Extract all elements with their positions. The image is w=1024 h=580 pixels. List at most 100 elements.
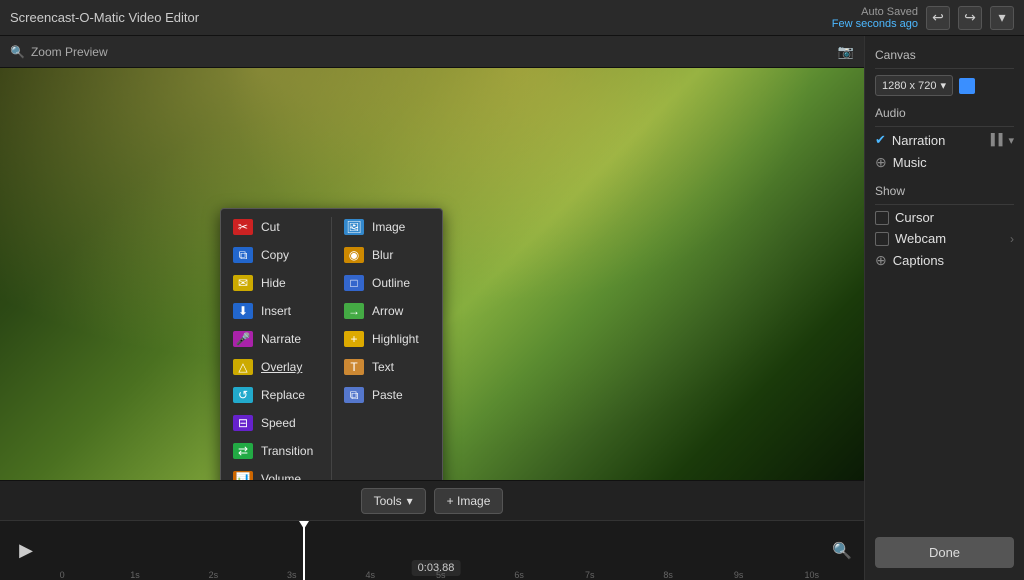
blur-label: Blur: [372, 248, 393, 262]
play-button[interactable]: ▶: [8, 533, 44, 569]
menu-item-arrow[interactable]: → Arrow: [332, 297, 442, 325]
right-panel: Canvas 1280 x 720 ▾ Audio ✔ Narration ▐▐…: [864, 36, 1024, 580]
overlay-icon: △: [233, 359, 253, 375]
search-timeline-button[interactable]: 🔍: [828, 537, 856, 565]
cursor-item: Cursor: [875, 207, 1014, 228]
tick-2s: 2s: [209, 570, 219, 580]
canvas-size-select[interactable]: 1280 x 720 ▾: [875, 75, 953, 96]
webcam-chevron-icon: ›: [1010, 232, 1014, 246]
add-image-label: + Image: [447, 494, 491, 508]
menu-item-highlight[interactable]: + Highlight: [332, 325, 442, 353]
menu-item-outline[interactable]: □ Outline: [332, 269, 442, 297]
menu-item-copy[interactable]: ⧉ Copy: [221, 241, 331, 269]
overlay-label: Overlay: [261, 360, 302, 374]
image-label: Image: [372, 220, 405, 234]
autosave-status: Auto Saved Few seconds ago: [832, 6, 918, 30]
highlight-icon: +: [344, 331, 364, 347]
menu-item-paste[interactable]: ⧉ Paste: [332, 381, 442, 409]
tick-0: 0: [60, 570, 65, 580]
done-button[interactable]: Done: [875, 537, 1014, 568]
show-divider: [875, 204, 1014, 205]
audio-title: Audio: [875, 106, 1014, 120]
show-title: Show: [875, 184, 1014, 198]
transition-label: Transition: [261, 444, 313, 458]
tick-8s: 8s: [663, 570, 673, 580]
tick-4s: 4s: [365, 570, 375, 580]
menu-item-replace[interactable]: ↺ Replace: [221, 381, 331, 409]
menu-item-blur[interactable]: ◉ Blur: [332, 241, 442, 269]
tick-6s: 6s: [514, 570, 524, 580]
autosave-time: Few seconds ago: [832, 18, 918, 30]
music-label: Music: [893, 155, 927, 170]
menu-item-volume[interactable]: 📊 Volume: [221, 465, 331, 480]
tools-arrow-icon: ▾: [407, 494, 413, 508]
image-icon: 🖼: [344, 219, 364, 235]
canvas-dropdown-icon: ▾: [940, 79, 946, 92]
hide-label: Hide: [261, 276, 286, 290]
highlight-label: Highlight: [372, 332, 419, 346]
tick-10s: 10s: [804, 570, 819, 580]
tick-3s: 3s: [287, 570, 297, 580]
cursor-checkbox[interactable]: [875, 211, 889, 225]
center-panel: 🔍 Zoom Preview 📷 ✂ Cut ⧉ Copy: [0, 36, 864, 580]
volume-label: Volume: [261, 472, 301, 480]
text-label: Text: [372, 360, 394, 374]
menu-item-insert[interactable]: ⬇ Insert: [221, 297, 331, 325]
menu-item-image[interactable]: 🖼 Image: [332, 213, 442, 241]
tools-button[interactable]: Tools ▾: [361, 488, 426, 514]
menu-item-transition[interactable]: ⇄ Transition: [221, 437, 331, 465]
tick-5s: 5s: [436, 570, 446, 580]
menu-item-cut[interactable]: ✂ Cut: [221, 213, 331, 241]
insert-label: Insert: [261, 304, 291, 318]
cut-icon: ✂: [233, 219, 253, 235]
video-preview: ✂ Cut ⧉ Copy ✉ Hide ⬇ Insert: [0, 68, 864, 480]
narration-chevron-icon: ▾: [1008, 134, 1014, 147]
transition-icon: ⇄: [233, 443, 253, 459]
webcam-item: Webcam ›: [875, 228, 1014, 249]
cut-label: Cut: [261, 220, 280, 234]
zoom-label: Zoom Preview: [31, 45, 108, 59]
undo-button[interactable]: ↩: [926, 6, 950, 30]
music-plus-icon: ⊕: [875, 154, 887, 171]
audio-divider: [875, 126, 1014, 127]
blur-icon: ◉: [344, 247, 364, 263]
captions-plus-icon: ⊕: [875, 252, 887, 269]
music-item[interactable]: ⊕ Music: [875, 151, 1014, 174]
playhead: [303, 521, 305, 580]
copy-icon: ⧉: [233, 247, 253, 263]
tools-label: Tools: [374, 494, 402, 508]
app-title: Screencast-O-Matic Video Editor: [10, 10, 199, 25]
tick-9s: 9s: [734, 570, 744, 580]
narrate-icon: 🎤: [233, 331, 253, 347]
menu-item-narrate[interactable]: 🎤 Narrate: [221, 325, 331, 353]
more-button[interactable]: ▾: [990, 6, 1014, 30]
outline-label: Outline: [372, 276, 410, 290]
preview-bar: 🔍 Zoom Preview 📷: [0, 36, 864, 68]
insert-icon: ⬇: [233, 303, 253, 319]
tick-1s: 1s: [130, 570, 140, 580]
menu-item-hide[interactable]: ✉ Hide: [221, 269, 331, 297]
webcam-checkbox[interactable]: [875, 232, 889, 246]
autosave-label: Auto Saved: [861, 6, 918, 18]
titlebar-controls: Auto Saved Few seconds ago ↩ ↪ ▾: [832, 6, 1014, 30]
redo-button[interactable]: ↪: [958, 6, 982, 30]
hide-icon: ✉: [233, 275, 253, 291]
menu-item-text[interactable]: T Text: [332, 353, 442, 381]
volume-icon: 📊: [233, 471, 253, 480]
canvas-color-box[interactable]: [959, 78, 975, 94]
paste-label: Paste: [372, 388, 403, 402]
narrate-label: Narrate: [261, 332, 301, 346]
timeline-track[interactable]: 0:03.88 0 1s 2s 3s 4s 5s 6s 7s 8s 9s 10s: [44, 521, 828, 580]
bottom-toolbar: Tools ▾ + Image: [0, 480, 864, 520]
timeline: ▶ 0:03.88 0 1s 2s 3s 4s 5s 6s 7s 8s 9s 1…: [0, 520, 864, 580]
zoom-search-icon: 🔍: [10, 45, 25, 59]
canvas-title: Canvas: [875, 48, 1014, 62]
tick-7s: 7s: [585, 570, 595, 580]
captions-item[interactable]: ⊕ Captions: [875, 249, 1014, 272]
menu-item-overlay[interactable]: △ Overlay: [221, 353, 331, 381]
arrow-icon: →: [344, 303, 364, 319]
narration-check-icon: ✔: [875, 132, 886, 148]
menu-item-speed[interactable]: ⊟ Speed: [221, 409, 331, 437]
context-menu-col2: 🖼 Image ◉ Blur □ Outline → Arrow: [332, 213, 442, 480]
add-image-button[interactable]: + Image: [434, 488, 504, 514]
